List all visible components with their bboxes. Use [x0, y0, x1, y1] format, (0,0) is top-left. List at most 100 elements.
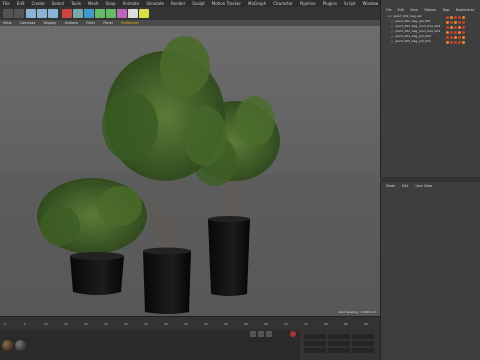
menu-item-snap[interactable]: Snap [105, 0, 115, 7]
menu-item-simulate[interactable]: Simulate [146, 0, 164, 7]
om-menu-objects[interactable]: Objects [424, 8, 436, 12]
timeline-tick-label: 75 [304, 322, 308, 326]
position-x-field[interactable] [304, 334, 326, 339]
material-tag-icon[interactable] [446, 41, 449, 44]
rotation-p-field[interactable] [352, 341, 374, 346]
menu-item-window[interactable]: Window [363, 0, 379, 7]
object-row[interactable]: L0 plant_002_bag_set [388, 14, 480, 19]
menu-item-render[interactable]: Render [171, 0, 185, 7]
material-tag-icon[interactable] [450, 31, 453, 34]
material-tag-icon[interactable] [462, 36, 465, 39]
z-axis-button[interactable] [48, 9, 58, 18]
menu-item-sculpt[interactable]: Sculpt [192, 0, 205, 7]
menu-item-character[interactable]: Character [273, 0, 293, 7]
material-tag-icon[interactable] [458, 31, 461, 34]
material-tag-icon[interactable] [454, 21, 457, 24]
material-tag-icon[interactable] [454, 41, 457, 44]
object-name: plant_002_bag_mod_tree_001 [395, 29, 441, 33]
object-row[interactable]: △ plant_002_bag_gal_001 [391, 19, 480, 24]
material-tag-icon[interactable] [462, 26, 465, 29]
material-swatch[interactable] [2, 340, 13, 351]
size-y-field[interactable] [328, 341, 350, 346]
menu-item-select[interactable]: Select [52, 0, 64, 7]
material-tag-icon[interactable] [458, 36, 461, 39]
menu-item-mograph[interactable]: MoGraph [248, 0, 266, 7]
object-row[interactable]: △ plant_002_bag_mod_tree_002 [391, 24, 480, 29]
generator-icon[interactable] [95, 9, 105, 18]
render-button[interactable] [62, 9, 72, 18]
material-tag-icon[interactable] [458, 21, 461, 24]
render-view-button[interactable] [73, 9, 83, 18]
x-axis-button[interactable] [26, 9, 36, 18]
om-menu-edit[interactable]: Edit [398, 8, 404, 12]
am-menu-user-data[interactable]: User Data [416, 184, 432, 188]
material-tag-icon[interactable] [462, 31, 465, 34]
material-tag-icon[interactable] [450, 26, 453, 29]
material-tag-icon[interactable] [446, 36, 449, 39]
size-z-field[interactable] [328, 348, 350, 353]
menu-item-tools[interactable]: Tools [71, 0, 81, 7]
redo-button[interactable] [14, 9, 24, 18]
polygon-object-icon: △ [391, 24, 394, 28]
am-menu-edit[interactable]: Edit [402, 184, 408, 188]
position-z-field[interactable] [304, 348, 326, 353]
go-to-start-button[interactable] [250, 331, 256, 337]
pot-right [208, 219, 250, 296]
menu-item-mesh[interactable]: Mesh [88, 0, 99, 7]
object-row[interactable]: △ plant_002_bag_pot_001 [391, 39, 480, 44]
menu-item-script[interactable]: Script [344, 0, 356, 7]
om-menu-file[interactable]: File [386, 8, 392, 12]
menu-item-plugins[interactable]: Plugins [323, 0, 337, 7]
menu-item-create[interactable]: Create [31, 0, 44, 7]
menu-item-file[interactable]: File [3, 0, 10, 7]
material-tag-icon[interactable] [450, 16, 453, 19]
menu-item-animate[interactable]: Animate [123, 0, 140, 7]
light-icon[interactable] [128, 9, 138, 18]
material-swatch[interactable] [15, 340, 26, 351]
rotation-h-field[interactable] [352, 334, 374, 339]
timeline[interactable]: 0 5 10 15 20 25 30 35 40 45 50 55 60 65 70 75 80 85 90 [0, 316, 380, 331]
am-menu-mode[interactable]: Mode [386, 184, 395, 188]
material-tag-icon[interactable] [446, 21, 449, 24]
menu-item-pipeline[interactable]: Pipeline [300, 0, 316, 7]
material-tag-icon[interactable] [450, 41, 453, 44]
y-axis-button[interactable] [37, 9, 47, 18]
material-tag-icon[interactable] [462, 16, 465, 19]
position-y-field[interactable] [304, 341, 326, 346]
go-to-end-button[interactable] [266, 331, 272, 337]
deformer-icon[interactable] [106, 9, 116, 18]
size-x-field[interactable] [328, 334, 350, 339]
om-menu-view[interactable]: View [410, 8, 418, 12]
material-tag-icon[interactable] [458, 16, 461, 19]
object-row[interactable]: △ plant_002_bag_pot_002 [391, 34, 480, 39]
3d-viewport[interactable]: Grid Spacing : 10000 cm [0, 26, 380, 316]
pot-tall [143, 251, 191, 314]
material-tag-icon[interactable] [446, 16, 449, 19]
material-tag-icon[interactable] [462, 21, 465, 24]
object-row[interactable]: △ plant_002_bag_mod_tree_001 [391, 29, 480, 34]
menu-item-edit[interactable]: Edit [17, 0, 25, 7]
cube-icon[interactable] [84, 9, 94, 18]
rotation-b-field[interactable] [352, 348, 374, 353]
material-tag-icon[interactable] [462, 41, 465, 44]
undo-button[interactable] [3, 9, 13, 18]
record-button[interactable] [290, 331, 296, 337]
material-tag-icon[interactable] [454, 31, 457, 34]
grid-spacing-label: Grid Spacing : 10000 cm [338, 310, 376, 314]
play-button[interactable] [258, 331, 264, 337]
menu-item-motion-tracker[interactable]: Motion Tracker [212, 0, 241, 7]
om-menu-bookmarks[interactable]: Bookmarks [456, 8, 474, 12]
material-tag-icon[interactable] [458, 41, 461, 44]
panel-separator[interactable] [380, 177, 480, 182]
material-tag-icon[interactable] [450, 36, 453, 39]
scene-icon[interactable] [139, 9, 149, 18]
material-tag-icon[interactable] [454, 16, 457, 19]
material-tag-icon[interactable] [446, 31, 449, 34]
material-tag-icon[interactable] [458, 26, 461, 29]
camera-icon[interactable] [117, 9, 127, 18]
om-menu-tags[interactable]: Tags [442, 8, 449, 12]
material-tag-icon[interactable] [446, 26, 449, 29]
material-tag-icon[interactable] [454, 36, 457, 39]
material-tag-icon[interactable] [454, 26, 457, 29]
material-tag-icon[interactable] [450, 21, 453, 24]
